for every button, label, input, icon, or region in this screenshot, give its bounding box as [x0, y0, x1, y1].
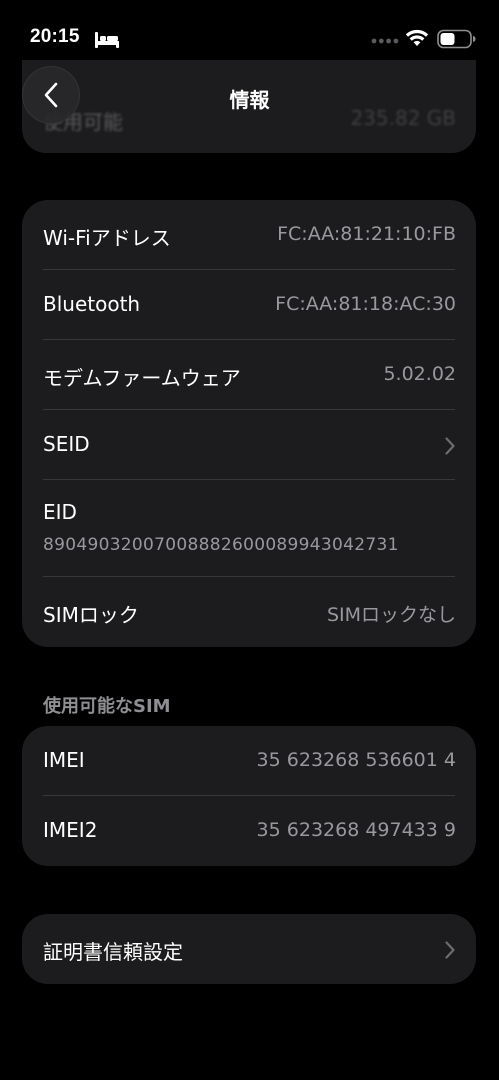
eid-value: 89049032007008882600089943042731: [43, 535, 399, 555]
status-bar: 20:15: [0, 0, 499, 56]
sim-group: IMEI 35 623268 536601 4 IMEI2 35 623268 …: [22, 726, 476, 866]
page-title: 情報: [229, 88, 270, 112]
chevron-right-icon: [445, 941, 455, 959]
imei-label: IMEI: [43, 748, 85, 772]
wifi-address-row: Wi-Fiアドレス FC:AA:81:21:10:FB: [22, 200, 476, 270]
modem-firmware-row: モデムファームウェア 5.02.02: [22, 340, 476, 410]
wifi-icon: [405, 29, 429, 46]
bluetooth-label: Bluetooth: [43, 292, 141, 316]
cellular-signal-icon: [371, 38, 399, 44]
eid-row: EID 89049032007008882600089943042731: [22, 480, 476, 577]
modem-firmware-value: 5.02.02: [383, 363, 456, 385]
wifi-address-label: Wi-Fiアドレス: [43, 226, 171, 250]
status-time: 20:15: [30, 26, 80, 47]
sim-section-header: 使用可能なSIM: [43, 696, 171, 717]
chevron-right-icon: [445, 437, 455, 455]
certificate-trust-label: 証明書信頼設定: [43, 940, 183, 964]
imei2-value: 35 623268 497433 9: [256, 819, 456, 841]
imei2-row: IMEI2 35 623268 497433 9: [22, 796, 476, 866]
bluetooth-row: Bluetooth FC:AA:81:18:AC:30: [22, 270, 476, 340]
certificate-group: 証明書信頼設定: [22, 914, 476, 984]
imei-row: IMEI 35 623268 536601 4: [22, 726, 476, 796]
bluetooth-value: FC:AA:81:18:AC:30: [275, 293, 456, 315]
network-info-group: Wi-Fiアドレス FC:AA:81:21:10:FB Bluetooth FC…: [22, 200, 476, 647]
seid-label: SEID: [43, 432, 90, 456]
sim-lock-row: SIMロック SIMロックなし: [22, 577, 476, 647]
eid-label: EID: [43, 500, 77, 524]
imei-value: 35 623268 536601 4: [256, 749, 456, 771]
sleep-focus-icon: [95, 32, 119, 48]
imei2-label: IMEI2: [43, 818, 98, 842]
wifi-address-value: FC:AA:81:21:10:FB: [277, 223, 456, 245]
sim-lock-value: SIMロックなし: [326, 604, 456, 626]
seid-row[interactable]: SEID: [22, 410, 476, 480]
battery-icon: [437, 29, 476, 49]
navigation-bar: 情報: [0, 60, 499, 134]
certificate-trust-row[interactable]: 証明書信頼設定: [22, 914, 476, 984]
modem-firmware-label: モデムファームウェア: [43, 366, 241, 390]
sim-lock-label: SIMロック: [43, 603, 139, 627]
